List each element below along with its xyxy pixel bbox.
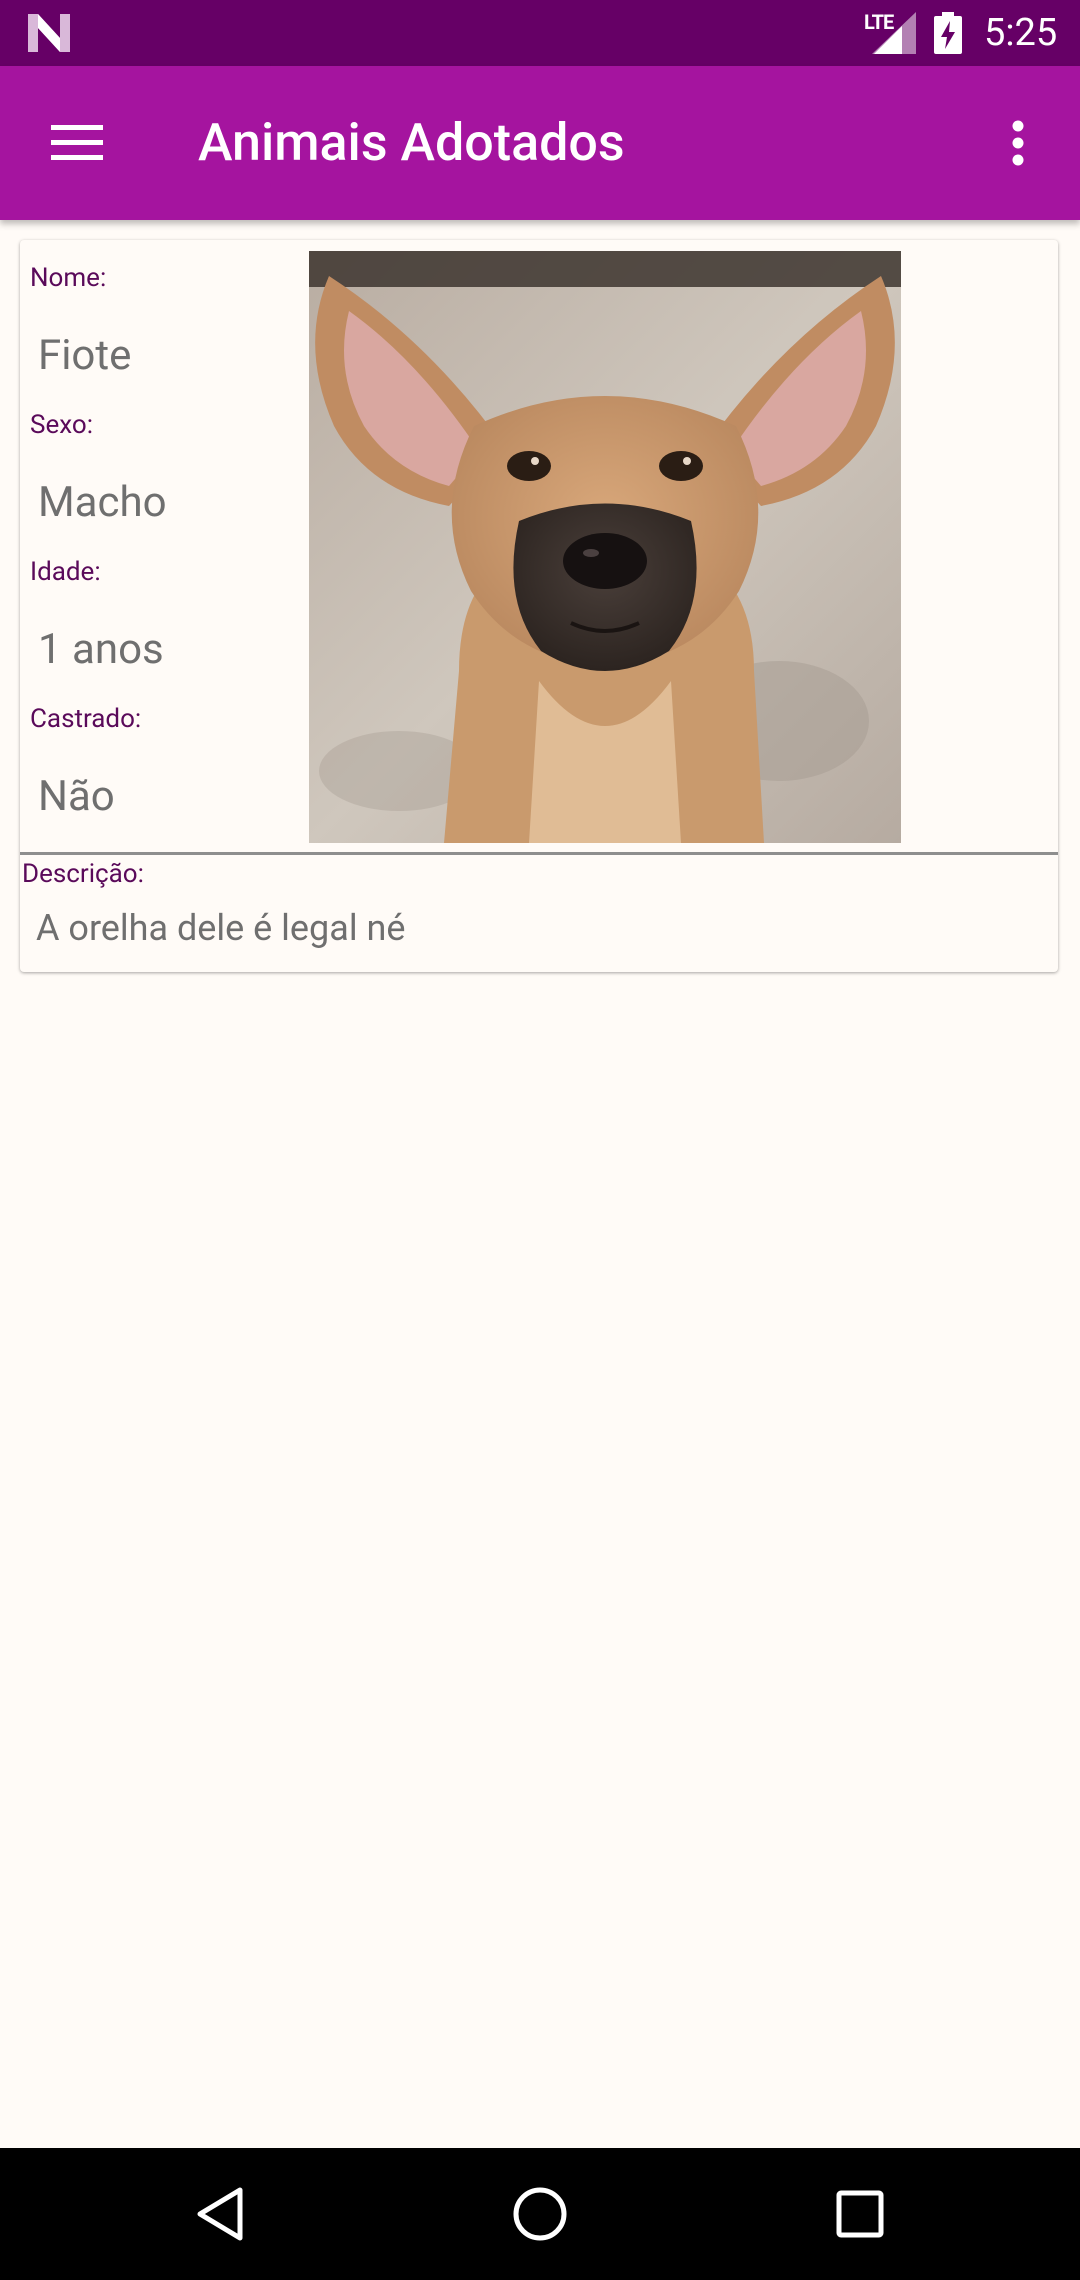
sex-value: Macho bbox=[38, 478, 167, 527]
battery-charging-icon bbox=[934, 12, 962, 54]
clock: 5:25 bbox=[984, 11, 1058, 55]
menu-button[interactable] bbox=[36, 108, 118, 178]
neutered-value: Não bbox=[38, 772, 115, 821]
animal-card[interactable]: Nome: Fiote Sexo: Macho Idade: 1 anos Ca… bbox=[20, 240, 1058, 972]
page-title: Animais Adotados bbox=[198, 112, 625, 173]
home-icon bbox=[513, 2187, 567, 2241]
age-label: Idade: bbox=[30, 557, 101, 587]
home-button[interactable] bbox=[500, 2178, 580, 2250]
more-options-button[interactable] bbox=[988, 108, 1048, 178]
sex-label: Sexo: bbox=[30, 410, 93, 440]
dog-photo bbox=[309, 251, 901, 843]
age-value: 1 anos bbox=[38, 625, 164, 674]
recents-button[interactable] bbox=[820, 2178, 900, 2250]
description-label: Descrição: bbox=[22, 859, 144, 889]
back-button[interactable] bbox=[180, 2178, 260, 2250]
navigation-bar bbox=[0, 2148, 1080, 2280]
recents-icon bbox=[836, 2190, 884, 2238]
name-value: Fiote bbox=[38, 331, 132, 380]
name-label: Nome: bbox=[30, 263, 107, 293]
divider bbox=[20, 852, 1058, 855]
n-logo-icon bbox=[28, 14, 70, 52]
hamburger-menu-icon bbox=[51, 125, 103, 160]
description-value: A orelha dele é legal né bbox=[36, 907, 406, 949]
back-icon bbox=[197, 2187, 243, 2241]
more-vert-icon bbox=[1012, 120, 1024, 166]
status-bar: LTE 5:25 bbox=[0, 0, 1080, 66]
neutered-label: Castrado: bbox=[30, 704, 142, 734]
app-bar: Animais Adotados bbox=[0, 66, 1080, 220]
signal-icon bbox=[872, 12, 916, 54]
